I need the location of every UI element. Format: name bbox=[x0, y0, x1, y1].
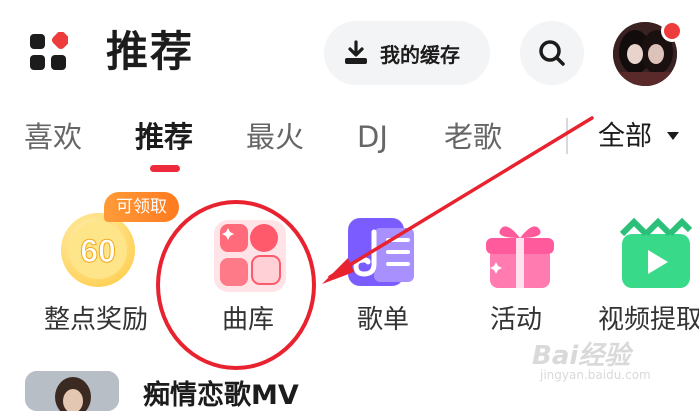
page-title: 推荐 bbox=[106, 27, 195, 76]
video-icon[interactable] bbox=[616, 214, 696, 294]
entry-label-reward[interactable]: 整点奖励 bbox=[44, 302, 148, 338]
mv-title[interactable]: 痴情恋歌MV bbox=[143, 378, 299, 414]
tab-dj[interactable]: DJ bbox=[357, 117, 388, 157]
entry-label-video-extract[interactable]: 视频提取 bbox=[598, 302, 699, 338]
tab-oldies[interactable]: 老歌 bbox=[444, 117, 502, 157]
watermark-logo: Bai经验 bbox=[532, 335, 630, 372]
grid-menu-icon[interactable] bbox=[28, 31, 70, 72]
search-icon bbox=[539, 40, 565, 66]
notification-dot bbox=[661, 20, 683, 42]
tab-scroll-fade bbox=[555, 112, 585, 166]
my-cache-label: 我的缓存 bbox=[380, 42, 460, 67]
tab-all-button[interactable]: 全部 bbox=[598, 117, 652, 157]
watermark-url: jingyan.baidu.com bbox=[540, 368, 651, 382]
tab-divider bbox=[566, 118, 568, 154]
reward-value: 60 bbox=[80, 233, 116, 269]
caret-down-icon[interactable] bbox=[667, 132, 679, 140]
annotation-circle bbox=[156, 200, 316, 370]
gift-icon[interactable] bbox=[480, 214, 560, 294]
claimable-badge: 可领取 bbox=[104, 192, 179, 222]
playlist-icon[interactable] bbox=[344, 214, 424, 294]
entry-label-playlist[interactable]: 歌单 bbox=[357, 302, 409, 338]
tab-hottest[interactable]: 最火 bbox=[246, 117, 304, 157]
active-tab-indicator bbox=[150, 165, 180, 172]
download-icon bbox=[345, 40, 367, 64]
tab-recommend[interactable]: 推荐 bbox=[135, 117, 193, 157]
entry-label-activity[interactable]: 活动 bbox=[490, 302, 542, 338]
clock-coin-icon[interactable]: 60 bbox=[58, 210, 138, 290]
tab-like[interactable]: 喜欢 bbox=[24, 117, 82, 157]
mv-thumbnail[interactable] bbox=[25, 371, 119, 411]
watermark-text: Bai经验 bbox=[532, 341, 631, 371]
my-cache-button[interactable]: 我的缓存 bbox=[324, 21, 490, 85]
search-button[interactable] bbox=[520, 21, 584, 85]
